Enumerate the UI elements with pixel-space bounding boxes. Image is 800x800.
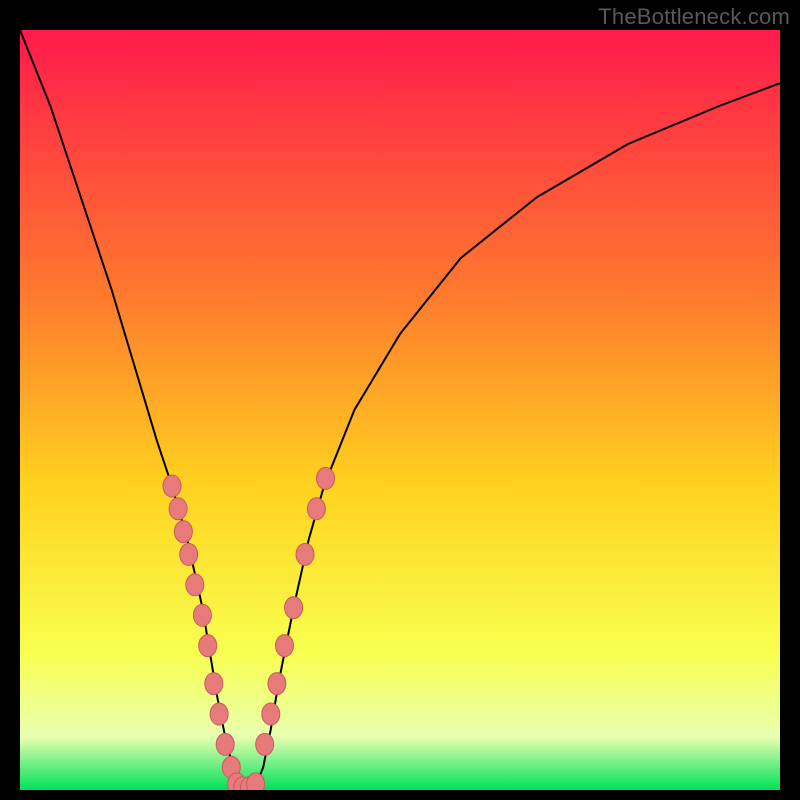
data-marker [169, 498, 187, 520]
data-marker [163, 475, 181, 497]
data-marker [180, 543, 198, 565]
data-marker [317, 467, 335, 489]
data-marker [186, 574, 204, 596]
gradient-background [20, 30, 780, 790]
data-marker [199, 635, 217, 657]
data-marker [247, 773, 265, 790]
data-marker [210, 703, 228, 725]
watermark-text: TheBottleneck.com [598, 4, 790, 30]
data-marker [193, 604, 211, 626]
data-marker [296, 543, 314, 565]
data-marker [256, 733, 274, 755]
data-marker [285, 597, 303, 619]
data-marker [262, 703, 280, 725]
data-marker [174, 521, 192, 543]
data-marker [205, 673, 223, 695]
bottleneck-chart [20, 30, 780, 790]
data-marker [276, 635, 294, 657]
chart-frame [20, 30, 780, 790]
data-marker [268, 673, 286, 695]
data-marker [307, 498, 325, 520]
data-marker [216, 733, 234, 755]
